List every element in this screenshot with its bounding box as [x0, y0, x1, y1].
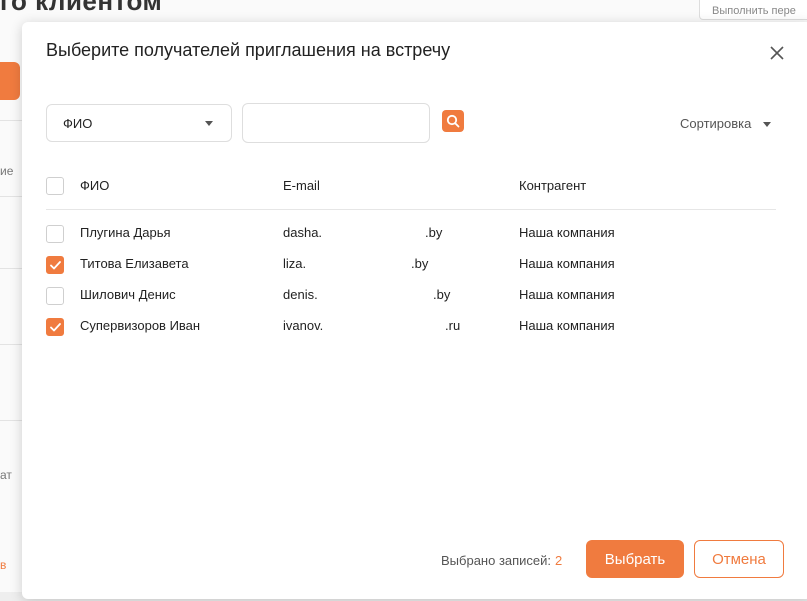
chevron-down-icon [762, 122, 771, 128]
selected-count-text: Выбрано записей: [441, 553, 552, 568]
background-divider [0, 120, 22, 121]
background-fragment-2: ат [0, 468, 12, 482]
row-email-start: dasha. [283, 225, 323, 240]
check-icon [50, 261, 61, 270]
background-divider [0, 268, 22, 269]
select-all-checkbox[interactable] [46, 177, 64, 195]
field-select-value: ФИО [63, 116, 93, 131]
column-header-company: Контрагент [519, 178, 587, 193]
search-button[interactable] [442, 110, 464, 132]
table-row[interactable]: Плугина Дарья dasha. .by Наша компания [22, 219, 807, 249]
field-select[interactable]: ФИО [46, 104, 232, 142]
row-email-start: liza. [283, 256, 307, 271]
table-row[interactable]: Супервизоров Иван ivanov. .ru Наша компания [22, 312, 807, 342]
search-icon [446, 114, 460, 128]
column-header-name: ФИО [80, 178, 110, 193]
check-icon [50, 323, 61, 332]
row-checkbox[interactable] [46, 287, 64, 305]
row-email-end: .by [433, 287, 451, 302]
row-checkbox[interactable] [46, 318, 64, 336]
row-email-end: .by [425, 225, 443, 240]
row-name: Супервизоров Иван [80, 318, 201, 333]
background-page-title: го клиентом [0, 0, 163, 16]
modal-title: Выберите получателей приглашения на встр… [46, 40, 451, 60]
background-divider [0, 344, 22, 345]
row-email-end: .by [411, 256, 429, 271]
row-company: Наша компания [519, 318, 615, 333]
selected-count-value: 2 [555, 553, 563, 568]
row-name: Шилович Денис [80, 287, 176, 302]
row-company: Наша компания [519, 287, 615, 302]
background-divider [0, 196, 22, 197]
background-fragment-3: в [0, 558, 7, 572]
cancel-button[interactable]: Отмена [694, 540, 784, 578]
sort-label: Сортировка [680, 116, 752, 131]
background-divider [0, 420, 22, 421]
row-email-end: .ru [445, 318, 461, 333]
selected-count-label: Выбрано записей: 2 [441, 553, 562, 568]
table-divider [46, 209, 776, 210]
table-row[interactable]: Шилович Денис denis. .by Наша компания [22, 281, 807, 311]
chevron-down-icon [205, 121, 213, 126]
row-checkbox[interactable] [46, 256, 64, 274]
row-name: Титова Елизавета [80, 256, 189, 271]
row-email-start: ivanov. [283, 318, 324, 333]
search-input[interactable] [242, 103, 430, 143]
row-checkbox[interactable] [46, 225, 64, 243]
row-company: Наша компания [519, 256, 615, 271]
close-icon[interactable] [766, 42, 788, 64]
table-row[interactable]: Титова Елизавета liza. .by Наша компания [22, 250, 807, 280]
row-name: Плугина Дарья [80, 225, 171, 240]
background-fragment-1: ие [0, 164, 14, 178]
select-button[interactable]: Выбрать [586, 540, 684, 578]
column-header-email: E-mail [283, 178, 320, 193]
row-email-start: denis. [283, 287, 318, 302]
sort-dropdown[interactable]: Сортировка [680, 116, 771, 131]
recipients-modal: Выберите получателей приглашения на встр… [22, 22, 807, 599]
background-action-button: Выполнить пере [699, 0, 807, 20]
background-orange-button [0, 62, 20, 100]
row-company: Наша компания [519, 225, 615, 240]
